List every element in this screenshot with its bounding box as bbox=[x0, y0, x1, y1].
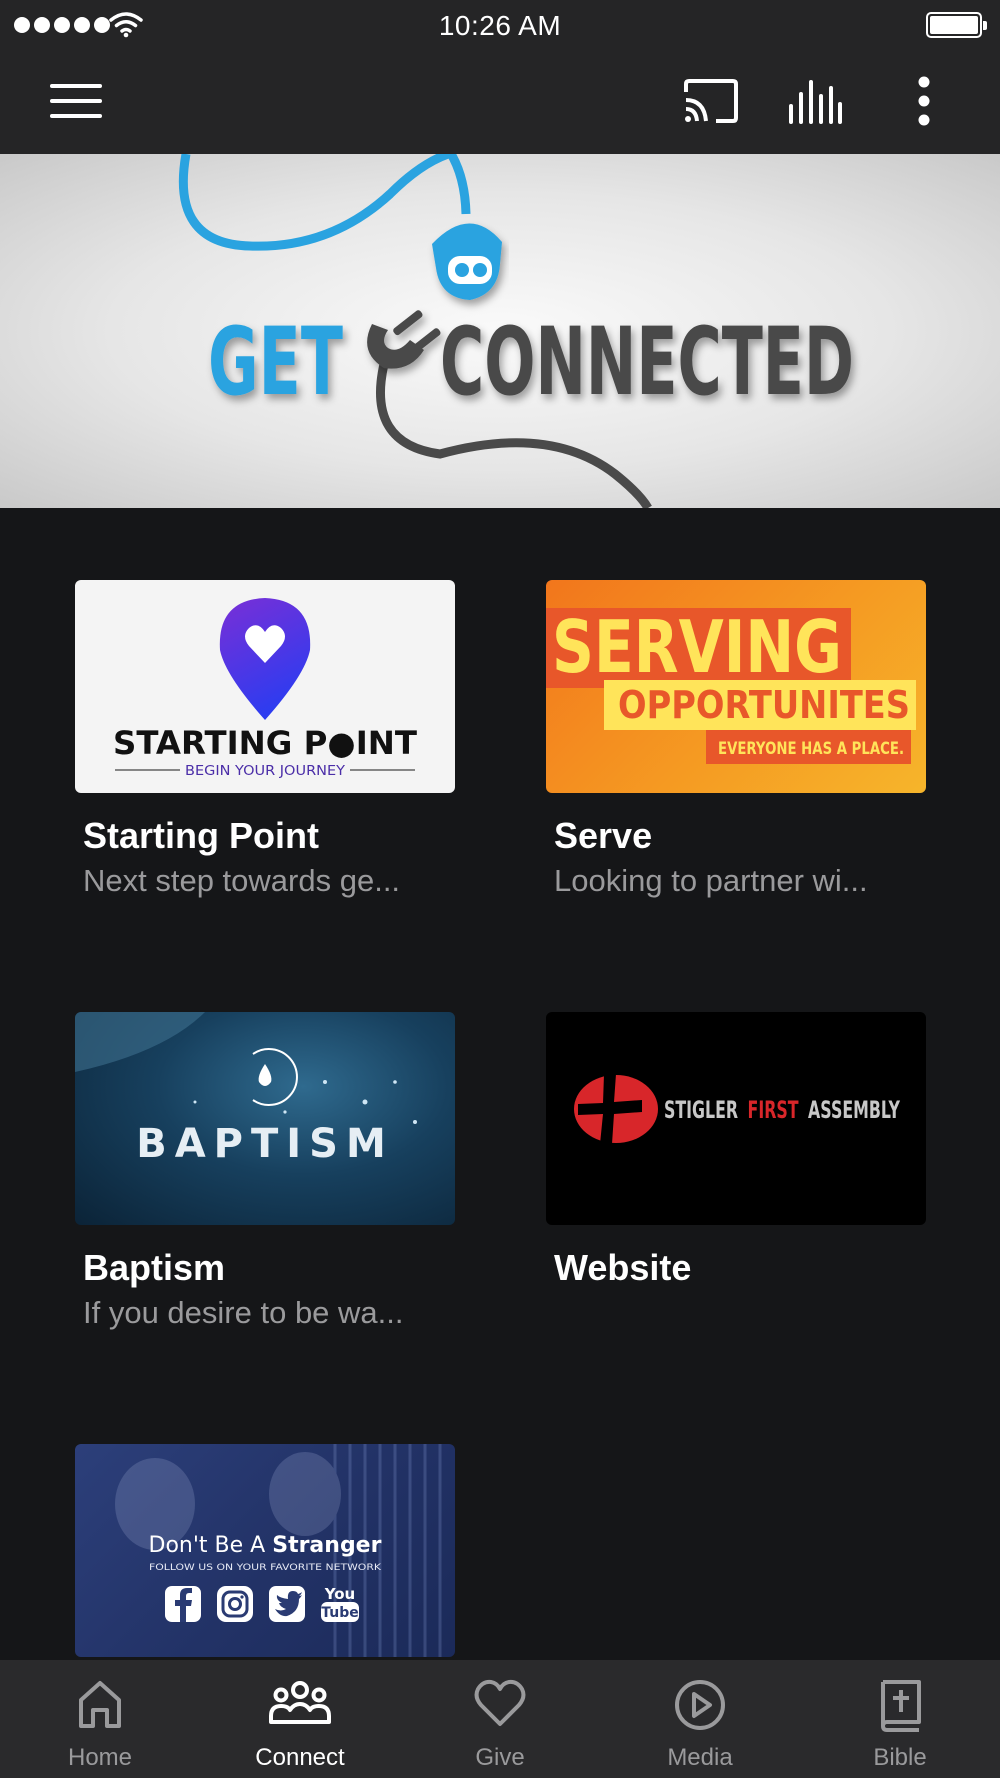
svg-text:Tube: Tube bbox=[321, 1605, 359, 1621]
nav-media[interactable]: Media bbox=[600, 1660, 800, 1778]
opportunities-text: OPPORTUNITES bbox=[618, 683, 910, 727]
equalizer-button[interactable] bbox=[780, 70, 850, 132]
everyone-has-a-place-text: EVERYONE HAS A PLACE. bbox=[718, 739, 904, 759]
nav-give[interactable]: Give bbox=[400, 1660, 600, 1778]
banner-text-get: GET bbox=[208, 308, 343, 417]
nav-bible[interactable]: Bible bbox=[800, 1660, 1000, 1778]
nav-label: Media bbox=[667, 1744, 733, 1771]
starting-point-image: STARTING P●INT BEGIN YOUR JOURNEY bbox=[75, 580, 455, 793]
nav-label: Connect bbox=[255, 1744, 345, 1771]
follow-us-text: FOLLOW US ON YOUR FAVORITE NETWORK bbox=[149, 1563, 382, 1573]
menu-icon bbox=[50, 84, 102, 118]
get-connected-banner: GET CONNECTED bbox=[0, 154, 1000, 508]
starting-point-logo-text: STARTING P●INT bbox=[113, 724, 417, 762]
water-drop-icon bbox=[258, 1064, 272, 1086]
status-bar: 10:26 AM bbox=[0, 0, 1000, 50]
people-icon bbox=[269, 1681, 331, 1724]
equalizer-icon bbox=[789, 80, 842, 124]
menu-button[interactable] bbox=[40, 70, 112, 132]
more-options-button[interactable] bbox=[900, 70, 948, 132]
serve-image: SERVING OPPORTUNITES EVERYONE HAS A PLAC… bbox=[546, 580, 926, 793]
card-baptism[interactable]: BAPTISM Baptism If you desire to be wa..… bbox=[75, 1012, 455, 1331]
battery-icon bbox=[926, 12, 987, 38]
bottom-nav: Home Connect Give Media Bible bbox=[0, 1660, 1000, 1778]
card-serve[interactable]: SERVING OPPORTUNITES EVERYONE HAS A PLAC… bbox=[546, 580, 926, 899]
nav-label: Give bbox=[475, 1744, 525, 1771]
card-starting-point[interactable]: STARTING P●INT BEGIN YOUR JOURNEY Starti… bbox=[75, 580, 455, 899]
home-icon bbox=[79, 1681, 121, 1728]
nav-home[interactable]: Home bbox=[0, 1660, 200, 1778]
card-title: Website bbox=[554, 1247, 692, 1288]
social-image: Don't Be A Stranger FOLLOW US ON YOUR FA… bbox=[75, 1444, 455, 1657]
card-title: Starting Point bbox=[83, 815, 319, 856]
twitter-icon bbox=[269, 1586, 305, 1622]
app-bar bbox=[0, 50, 1000, 154]
card-social[interactable]: Don't Be A Stranger FOLLOW US ON YOUR FA… bbox=[75, 1444, 455, 1657]
youtube-icon: You Tube bbox=[321, 1585, 359, 1622]
cast-button[interactable] bbox=[676, 70, 746, 132]
card-subtitle: If you desire to be wa... bbox=[83, 1295, 404, 1330]
status-time: 10:26 AM bbox=[438, 10, 562, 41]
baptism-text: BAPTISM bbox=[136, 1121, 394, 1167]
serving-text: SERVING bbox=[552, 605, 842, 689]
card-subtitle: Looking to partner wi... bbox=[554, 863, 868, 898]
bible-icon bbox=[881, 1680, 921, 1732]
svg-text:You: You bbox=[324, 1585, 355, 1603]
card-website[interactable]: STIGLER FIRST ASSEMBLY Website bbox=[546, 1012, 926, 1289]
dont-be-a-stranger-text: Don't Be A Stranger bbox=[149, 1533, 382, 1558]
cast-icon bbox=[684, 79, 738, 123]
nav-connect[interactable]: Connect bbox=[200, 1660, 400, 1778]
card-subtitle: Next step towards ge... bbox=[83, 863, 401, 898]
banner-text-connected: CONNECTED bbox=[440, 308, 854, 417]
website-image: STIGLER FIRST ASSEMBLY bbox=[546, 1012, 926, 1225]
play-circle-icon bbox=[675, 1680, 725, 1730]
heart-icon bbox=[474, 1679, 526, 1726]
facebook-icon bbox=[165, 1586, 201, 1622]
baptism-image: BAPTISM bbox=[75, 1012, 455, 1225]
instagram-icon bbox=[217, 1586, 253, 1622]
nav-label: Home bbox=[67, 1744, 133, 1771]
connect-screen: 10:26 AM GET CONNECTED STARTING P●INT BE… bbox=[0, 0, 1000, 1778]
get-connected-graphic: GET CONNECTED bbox=[178, 154, 854, 508]
stigler-first-assembly-text: STIGLER FIRST ASSEMBLY bbox=[664, 1096, 900, 1124]
starting-point-tagline: BEGIN YOUR JOURNEY bbox=[185, 764, 345, 779]
card-title: Baptism bbox=[83, 1247, 226, 1288]
card-title: Serve bbox=[554, 815, 653, 856]
more-vertical-icon bbox=[918, 76, 930, 126]
nav-label: Bible bbox=[873, 1744, 927, 1771]
